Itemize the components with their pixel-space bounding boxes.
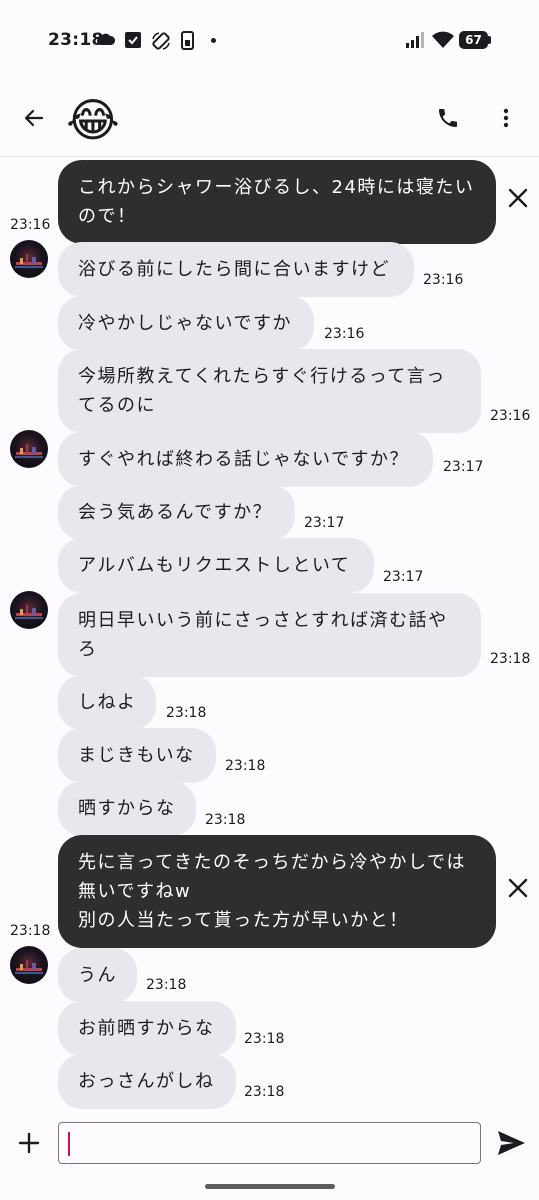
message-timestamp: 23:18 xyxy=(225,758,266,774)
chat-screen: 23:18 67 😂 これからシャワー浴びるし、24時には寝たい ので！ 23:… xyxy=(0,0,539,1200)
contact-avatar[interactable]: 😂 xyxy=(63,92,123,148)
message-text-line: 会う気あるんですか？ xyxy=(78,502,273,523)
message-timestamp: 23:16 xyxy=(324,326,365,342)
status-bar: 23:18 67 xyxy=(0,0,539,80)
battery-icon: 67 xyxy=(459,31,491,49)
signal-icon xyxy=(406,32,424,48)
message-timestamp: 23:18 xyxy=(490,651,531,667)
message-bubble[interactable]: お前晒すからな xyxy=(58,1001,236,1056)
message-bubble[interactable]: 冷やかしじゃないですか xyxy=(58,296,314,351)
message-bubble[interactable]: うん xyxy=(58,948,137,1003)
message-list[interactable]: これからシャワー浴びるし、24時には寝たい ので！ 23:16 浴びる前にしたら間に合… xyxy=(0,158,539,1109)
message-text-line: おっさんがしね xyxy=(78,1071,215,1092)
message-text-line: 晒すからな xyxy=(78,798,176,819)
message-timestamp: 23:18 xyxy=(166,705,207,721)
arrow-left-icon xyxy=(24,109,44,127)
message-text-line: 先に言ってきたのそっちだから冷やかしでは xyxy=(78,852,467,873)
message-bubble[interactable]: これからシャワー浴びるし、24時には寝たい ので！ xyxy=(58,160,496,244)
call-button[interactable] xyxy=(428,98,468,138)
send-icon[interactable] xyxy=(495,1128,527,1158)
app-bar: 😂 xyxy=(0,80,539,157)
message-timestamp: 23:16 xyxy=(423,272,464,288)
message-text-line: 別の人当たって貰った方が早いかと！ xyxy=(78,910,409,931)
more-vertical-icon xyxy=(503,108,509,128)
close-icon[interactable] xyxy=(506,186,530,210)
message-text-line: ろ xyxy=(78,639,98,660)
weather-icon xyxy=(97,33,116,45)
rotation-icon xyxy=(152,32,170,50)
message-timestamp: 23:18 xyxy=(146,977,187,993)
message-text-line: ので！ xyxy=(78,206,137,227)
message-timestamp: 23:17 xyxy=(443,459,484,475)
back-button[interactable] xyxy=(14,98,54,138)
message-bubble[interactable]: アルバムもリクエストしといて xyxy=(58,538,374,593)
gesture-nav-bar[interactable] xyxy=(205,1184,335,1189)
message-text-line: 無いですねw xyxy=(78,881,192,902)
message-text-line: まじきもいな xyxy=(78,745,195,766)
wifi-icon xyxy=(432,31,454,48)
message-bubble[interactable]: すぐやれば終わる話じゃないですか？ xyxy=(58,432,433,487)
message-timestamp: 23:16 xyxy=(490,408,531,424)
sender-avatar[interactable] xyxy=(10,591,48,629)
message-bubble[interactable]: 先に言ってきたのそっちだから冷やかしでは 無いですねw 別の人当たって貰った方が早い… xyxy=(58,835,496,948)
message-bubble[interactable]: まじきもいな xyxy=(58,728,216,783)
message-bubble[interactable]: おっさんがしね xyxy=(58,1054,236,1109)
message-timestamp: 23:17 xyxy=(304,515,345,531)
message-text-line: お前晒すからな xyxy=(78,1018,215,1039)
phone-icon xyxy=(439,109,457,127)
message-bubble[interactable]: 会う気あるんですか？ xyxy=(58,485,295,540)
message-input[interactable] xyxy=(58,1122,481,1164)
message-text-line: しねよ xyxy=(78,692,137,713)
text-caret xyxy=(68,1132,70,1156)
message-bubble[interactable]: 晒すからな xyxy=(58,781,196,836)
message-text-line: てるのに xyxy=(78,395,156,416)
message-text-line: 浴びる前にしたら間に合いますけど xyxy=(78,259,390,280)
message-timestamp: 23:16 xyxy=(10,217,51,233)
sender-avatar[interactable] xyxy=(10,946,48,984)
message-timestamp: 23:18 xyxy=(10,923,51,939)
message-timestamp: 23:18 xyxy=(244,1084,285,1100)
message-timestamp: 23:17 xyxy=(383,569,424,585)
message-bubble[interactable]: 浴びる前にしたら間に合いますけど xyxy=(58,242,414,297)
sender-avatar[interactable] xyxy=(10,430,48,468)
message-bubble[interactable]: しねよ xyxy=(58,675,156,730)
message-text-line: これからシャワー浴びるし、24時には寝たい xyxy=(78,177,475,198)
sender-avatar[interactable] xyxy=(10,240,48,278)
notification-dot-icon xyxy=(211,38,216,43)
phone-icon xyxy=(181,31,194,50)
message-text-line: 冷やかしじゃないですか xyxy=(78,313,292,334)
message-text-line: 今場所教えてくれたらすぐ行けるって言っ xyxy=(78,366,446,387)
more-options-button[interactable] xyxy=(486,98,526,138)
message-text-line: すぐやれば終わる話じゃないですか？ xyxy=(78,449,409,470)
close-icon[interactable] xyxy=(506,876,530,900)
message-text-line: 明日早いいう前にさっさとすれば済む話や xyxy=(78,610,448,631)
battery-level: 67 xyxy=(459,31,488,49)
message-bubble[interactable]: 明日早いいう前にさっさとすれば済む話やろ xyxy=(58,593,481,677)
message-timestamp: 23:18 xyxy=(205,812,246,828)
message-timestamp: 23:18 xyxy=(244,1031,285,1047)
check-box-icon xyxy=(125,32,141,48)
message-text-line: アルバムもリクエストしといて xyxy=(78,555,351,576)
message-bubble[interactable]: 今場所教えてくれたらすぐ行けるって言っ てるのに xyxy=(58,349,481,433)
plus-icon[interactable] xyxy=(14,1128,44,1158)
message-text-line: うん xyxy=(78,965,117,986)
